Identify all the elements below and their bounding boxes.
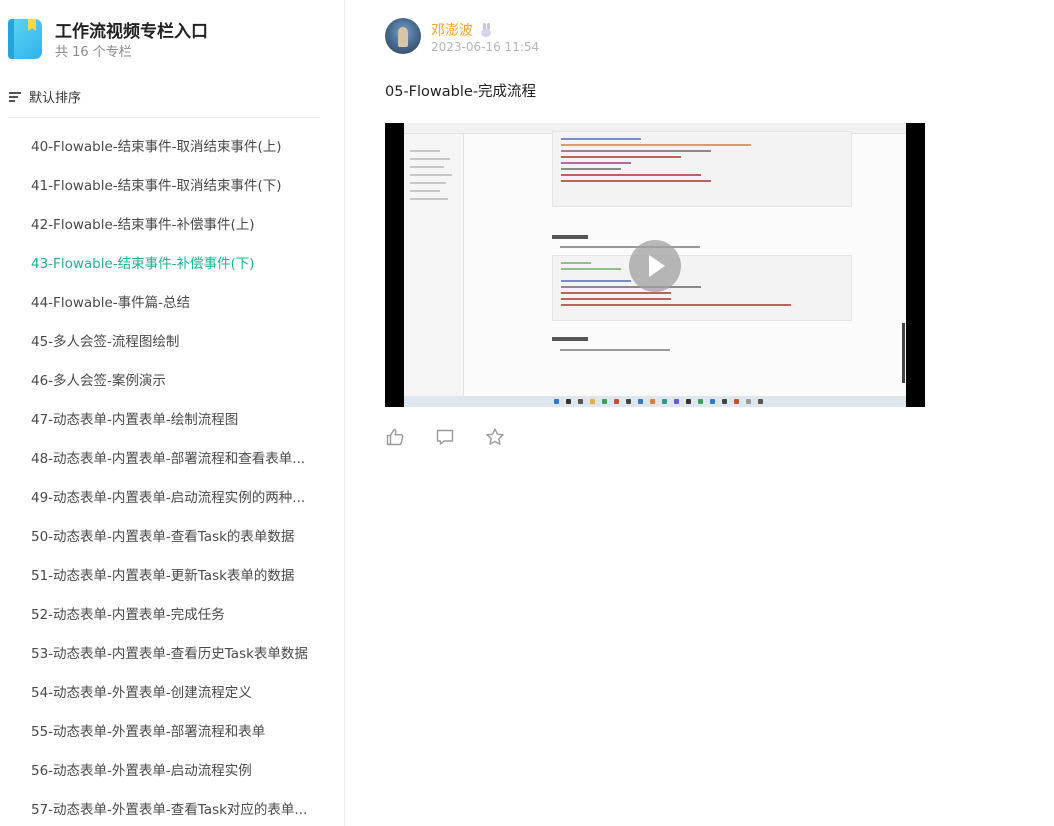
avatar[interactable]	[385, 18, 421, 54]
sort-label: 默认排序	[29, 91, 82, 106]
article-item[interactable]: 57-动态表单-外置表单-查看Task对应的表单...	[0, 791, 345, 826]
article-item[interactable]: 44-Flowable-事件篇-总结	[0, 284, 345, 323]
article-item[interactable]: 48-动态表单-内置表单-部署流程和查看表单...	[0, 440, 345, 479]
column-count: 共 16 个专栏	[55, 45, 132, 60]
article-item[interactable]: 53-动态表单-内置表单-查看历史Task表单数据	[0, 635, 345, 674]
star-icon[interactable]	[485, 427, 505, 447]
article-item[interactable]: 54-动态表单-外置表单-创建流程定义	[0, 674, 345, 713]
article-item[interactable]: 46-多人会签-案例演示	[0, 362, 345, 401]
sidebar-divider	[8, 117, 320, 118]
post-actions	[385, 427, 535, 447]
article-item[interactable]: 41-Flowable-结束事件-取消结束事件(下)	[0, 167, 345, 206]
column-title: 工作流视频专栏入口	[55, 22, 208, 42]
sort-button[interactable]: 默认排序	[9, 87, 81, 106]
article-list: 40-Flowable-结束事件-取消结束事件(上) 41-Flowable-结束…	[0, 128, 345, 826]
book-icon	[8, 19, 42, 59]
rabbit-icon	[479, 23, 493, 37]
post-content: 邓澎波 2023-06-16 11:54 05-Flowable-完成流程	[385, 0, 1045, 826]
post-title: 05-Flowable-完成流程	[385, 84, 537, 100]
article-item[interactable]: 50-动态表单-内置表单-查看Task的表单数据	[0, 518, 345, 557]
article-item[interactable]: 40-Flowable-结束事件-取消结束事件(上)	[0, 128, 345, 167]
article-item[interactable]: 55-动态表单-外置表单-部署流程和表单	[0, 713, 345, 752]
sort-lines-icon	[9, 90, 23, 104]
article-item[interactable]: 51-动态表单-内置表单-更新Task表单的数据	[0, 557, 345, 596]
article-item[interactable]: 52-动态表单-内置表单-完成任务	[0, 596, 345, 635]
author-link[interactable]: 邓澎波	[431, 20, 493, 40]
author-name: 邓澎波	[431, 23, 473, 39]
article-item[interactable]: 42-Flowable-结束事件-补偿事件(上)	[0, 206, 345, 245]
play-icon[interactable]	[629, 240, 681, 292]
article-item[interactable]: 43-Flowable-结束事件-补偿事件(下)	[0, 245, 345, 284]
column-header: 工作流视频专栏入口 共 16 个专栏	[8, 19, 208, 61]
video-player[interactable]	[385, 123, 925, 407]
post-date: 2023-06-16 11:54	[431, 40, 540, 54]
article-item[interactable]: 56-动态表单-外置表单-启动流程实例	[0, 752, 345, 791]
article-item[interactable]: 47-动态表单-内置表单-绘制流程图	[0, 401, 345, 440]
article-item[interactable]: 49-动态表单-内置表单-启动流程实例的两种...	[0, 479, 345, 518]
thumbs-up-icon[interactable]	[385, 427, 405, 447]
column-sidebar: 工作流视频专栏入口 共 16 个专栏 默认排序 40-Flowable-结束事件…	[0, 0, 345, 826]
article-item[interactable]: 45-多人会签-流程图绘制	[0, 323, 345, 362]
comment-icon[interactable]	[435, 427, 455, 447]
